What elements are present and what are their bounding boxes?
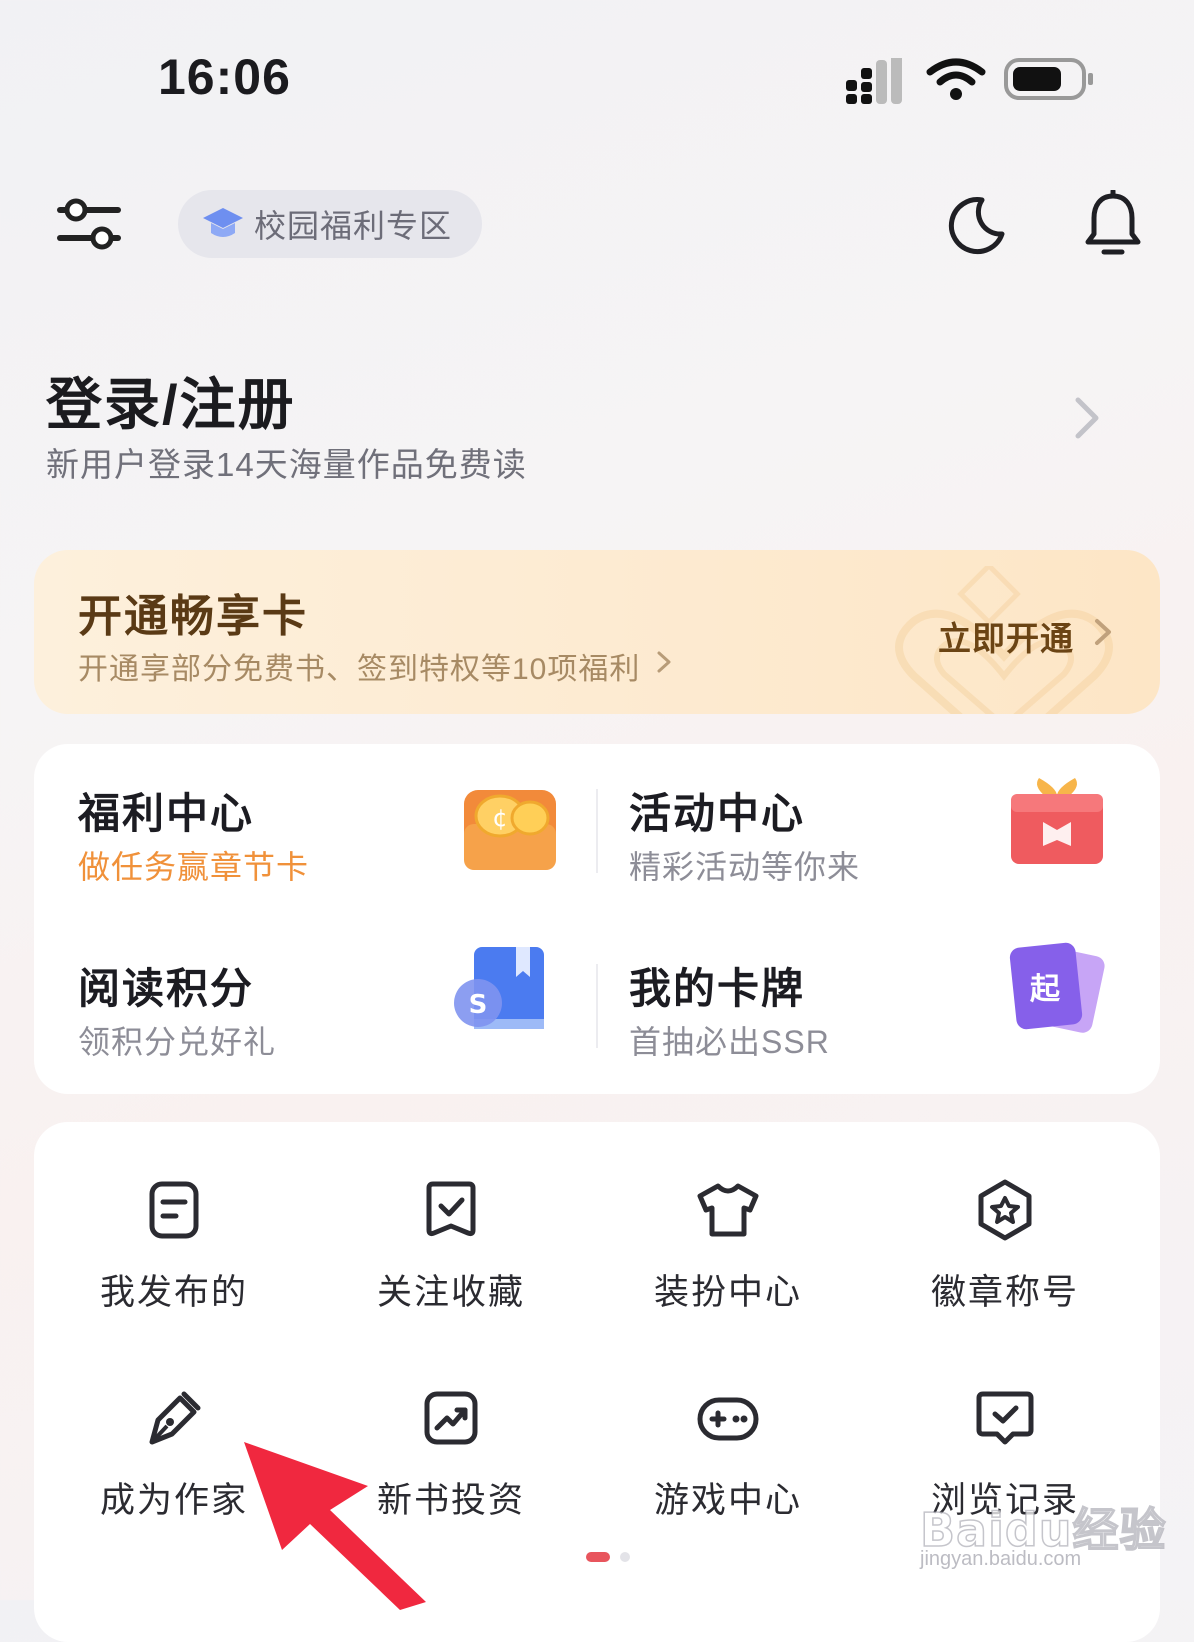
- bookmark-check-icon: [426, 1181, 476, 1237]
- my-cards-title: 我的卡牌: [629, 965, 806, 1012]
- chevron-right-icon[interactable]: [1072, 396, 1102, 440]
- vip-subtitle: 开通享部分免费书、签到特权等10项福利: [78, 653, 641, 686]
- graduation-cap-icon: [203, 208, 243, 237]
- menu-label: 关注收藏: [376, 1273, 525, 1312]
- watermark-url: jingyan.baidu.com: [920, 1548, 1082, 1570]
- chevron-right-icon: [1095, 619, 1111, 645]
- reading-points-subtitle: 领积分兑好礼: [78, 1024, 277, 1060]
- reading-points-title: 阅读积分: [78, 965, 255, 1012]
- login-register-title[interactable]: 登录/注册: [46, 360, 296, 441]
- svg-text:起: 起: [1030, 972, 1061, 1007]
- activity-center-subtitle: 精彩活动等你来: [629, 849, 861, 885]
- wifi-icon: [926, 58, 986, 100]
- vip-open-button[interactable]: 立即开通: [938, 612, 1074, 660]
- menu-label: 游戏中心: [653, 1481, 802, 1520]
- pen-icon: [149, 1391, 201, 1445]
- battery-icon: [1004, 58, 1093, 100]
- login-subtitle: 新用户登录14天海量作品免费读: [46, 446, 527, 483]
- campus-label: 校园福利专区: [254, 208, 453, 244]
- vip-card[interactable]: 开通畅享卡 开通享部分免费书、签到特权等10项福利 立即开通: [34, 550, 1160, 714]
- coin-chest-icon: ¢: [464, 790, 556, 870]
- svg-text:¢: ¢: [492, 804, 507, 832]
- svg-text:S: S: [469, 990, 488, 1020]
- document-icon: [149, 1181, 199, 1239]
- gamepad-icon: [697, 1397, 759, 1441]
- reading-points-item[interactable]: 阅读积分 领积分兑好礼 S: [34, 919, 597, 1094]
- welfare-center-item[interactable]: 福利中心 做任务赢章节卡 ¢: [34, 744, 597, 919]
- menu-item-game-center[interactable]: 游戏中心: [608, 1386, 848, 1523]
- filter-settings-icon[interactable]: [56, 196, 122, 252]
- gift-box-icon: [1011, 778, 1103, 864]
- annotation-arrow-icon: [244, 1442, 426, 1610]
- status-time: 16:06: [158, 49, 291, 105]
- notification-bell-icon[interactable]: [1082, 190, 1144, 258]
- tshirt-icon: [697, 1183, 759, 1237]
- page-indicator-active: [586, 1552, 610, 1562]
- welfare-center-title: 福利中心: [78, 790, 255, 837]
- status-icons: [846, 58, 1093, 104]
- menu-item-badges[interactable]: 徽章称号: [885, 1178, 1125, 1315]
- menu-label: 我发布的: [99, 1273, 248, 1312]
- signal-icon: [846, 58, 902, 104]
- menu-item-dressup[interactable]: 装扮中心: [608, 1178, 848, 1315]
- activity-center-item[interactable]: 活动中心 精彩活动等你来: [597, 744, 1160, 919]
- history-book-icon: [976, 1391, 1034, 1445]
- menu-item-favorites[interactable]: 关注收藏: [331, 1178, 571, 1315]
- menu-label: 徽章称号: [930, 1273, 1079, 1312]
- chevron-right-icon: [657, 651, 671, 673]
- my-cards-subtitle: 首抽必出SSR: [629, 1024, 830, 1060]
- vip-title: 开通畅享卡: [78, 592, 308, 641]
- badge-star-icon: [978, 1179, 1032, 1241]
- welfare-grid: 福利中心 做任务赢章节卡 ¢ 活动中心 精彩活动等你来 阅读积分 领积分兑好礼: [34, 744, 1160, 1094]
- menu-item-my-posts[interactable]: 我发布的: [54, 1178, 294, 1315]
- my-cards-item[interactable]: 我的卡牌 首抽必出SSR 起: [597, 919, 1160, 1094]
- night-mode-icon[interactable]: [944, 194, 1006, 256]
- campus-welfare-button[interactable]: 校园福利专区: [178, 190, 482, 258]
- activity-center-title: 活动中心: [629, 790, 806, 837]
- points-book-icon: S: [454, 947, 544, 1029]
- welfare-center-subtitle: 做任务赢章节卡: [78, 849, 310, 885]
- card-deck-icon: 起: [1009, 942, 1105, 1033]
- page-indicator: [620, 1552, 630, 1562]
- menu-label: 装扮中心: [653, 1273, 802, 1312]
